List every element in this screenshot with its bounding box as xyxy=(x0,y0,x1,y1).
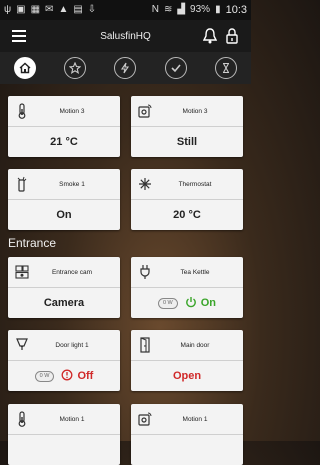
device-name: Entrance cam xyxy=(51,268,93,276)
motion-sensor-icon xyxy=(137,410,153,428)
device-card-motion1-state[interactable]: Motion 1 xyxy=(131,404,243,465)
device-value-row: 0 W Off xyxy=(8,361,120,391)
device-value: 20 °C xyxy=(173,209,201,221)
device-value: Open xyxy=(172,370,202,382)
power-off-icon[interactable] xyxy=(61,369,73,384)
nfc-icon: N xyxy=(151,4,159,15)
thermometer-icon xyxy=(14,410,30,428)
tab-timer[interactable] xyxy=(214,57,237,79)
device-value: Off xyxy=(77,370,94,382)
tab-energy[interactable] xyxy=(114,57,137,79)
gallery-icon: ▦ xyxy=(30,4,41,15)
menu-icon[interactable] xyxy=(8,25,30,47)
image-icon: ▣ xyxy=(16,4,26,15)
power-reading: 0 W xyxy=(34,370,55,382)
file-icon: ▤ xyxy=(73,4,83,15)
device-name: Smoke 1 xyxy=(59,180,85,188)
device-card-door-light1[interactable]: Door light 1 0 W Off xyxy=(8,330,120,391)
app-title: SalusfinHQ xyxy=(100,30,151,42)
device-name: Main door xyxy=(180,341,210,349)
device-value: 21 °C xyxy=(50,136,78,148)
warning-icon: ▲ xyxy=(58,4,69,15)
device-card-tea-kettle[interactable]: Tea Kettle 0 W On xyxy=(131,257,243,318)
device-name: Motion 3 xyxy=(182,107,208,115)
plug-icon xyxy=(137,263,153,281)
lock-icon[interactable] xyxy=(221,25,243,47)
device-name: Tea Kettle xyxy=(180,268,210,276)
device-card-main-door[interactable]: Main door Open xyxy=(131,330,243,391)
wifi-icon: ≋ xyxy=(163,4,173,15)
download-icon: ⇩ xyxy=(87,4,97,15)
thermometer-icon xyxy=(14,102,30,120)
device-card-smoke1[interactable]: Smoke 1 On xyxy=(8,169,120,230)
device-name: Motion 3 xyxy=(59,107,85,115)
device-name: Motion 1 xyxy=(182,415,208,423)
power-reading: 0 W xyxy=(157,297,178,309)
device-value: On xyxy=(56,209,72,221)
device-card-motion3-temp[interactable]: Motion 3 21 °C xyxy=(8,96,120,157)
battery-level: 93% xyxy=(190,4,211,15)
device-card-motion1-temp[interactable]: Motion 1 xyxy=(8,404,120,465)
power-on-icon[interactable] xyxy=(185,296,197,311)
clock: 10:3 xyxy=(225,4,247,16)
device-value: Still xyxy=(176,136,198,148)
status-bar: ψ ▣ ▦ ✉ ▲ ▤ ⇩ N ≋ ▟ 93% ▮ 10:3 xyxy=(0,0,251,20)
door-icon xyxy=(137,336,153,354)
device-card-entrance-cam[interactable]: Entrance cam Camera xyxy=(8,257,120,318)
usb-icon: ψ xyxy=(4,4,12,15)
app-bar: SalusfinHQ xyxy=(0,20,251,52)
tab-bar xyxy=(0,52,251,84)
tab-check[interactable] xyxy=(164,57,187,79)
snowflake-icon xyxy=(137,175,153,193)
bell-icon[interactable] xyxy=(199,25,221,47)
device-value-row: 0 W On xyxy=(131,288,243,318)
bulb-icon xyxy=(14,336,30,354)
motion-sensor-icon xyxy=(137,102,153,120)
device-name: Thermostat xyxy=(178,180,212,188)
device-card-thermostat[interactable]: Thermostat 20 °C xyxy=(131,169,243,230)
signal-icon: ▟ xyxy=(177,4,186,15)
tab-home[interactable] xyxy=(14,57,37,79)
device-value: Camera xyxy=(43,297,85,309)
device-value: On xyxy=(200,297,217,309)
device-name: Motion 1 xyxy=(59,415,85,423)
battery-icon: ▮ xyxy=(215,4,221,15)
device-name: Door light 1 xyxy=(55,341,89,349)
smoke-detector-icon xyxy=(14,175,30,193)
tab-favorites[interactable] xyxy=(64,57,87,79)
device-card-motion3-state[interactable]: Motion 3 Still xyxy=(131,96,243,157)
camera-icon xyxy=(14,263,30,281)
section-heading-entrance: Entrance xyxy=(8,236,57,250)
mail-icon: ✉ xyxy=(45,4,54,15)
